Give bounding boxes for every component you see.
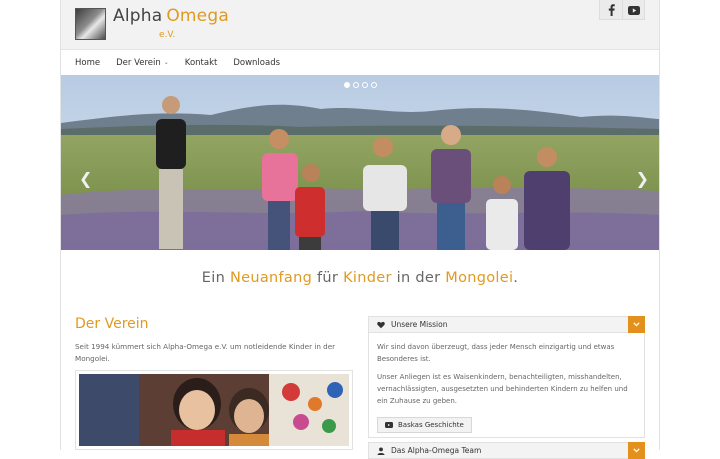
slider-dot[interactable] xyxy=(371,82,377,88)
hero-slider[interactable]: ❮ ❯ xyxy=(61,75,659,250)
tagline: Ein Neuanfang für Kinder in der Mongolei… xyxy=(61,270,659,286)
nav-item-kontakt[interactable]: Kontakt xyxy=(185,58,218,68)
chevron-down-icon[interactable] xyxy=(628,442,645,459)
slider-dot[interactable] xyxy=(353,82,359,88)
chevron-down-icon: ⌄ xyxy=(163,59,169,66)
accordion-title: Unsere Mission xyxy=(391,320,448,329)
chevron-down-icon[interactable] xyxy=(628,316,645,333)
brand-part2: Omega xyxy=(166,6,229,26)
chevron-right-icon[interactable]: ❯ xyxy=(636,171,649,187)
site-logo[interactable] xyxy=(75,8,106,40)
children-photo xyxy=(79,374,349,446)
slider-dot[interactable] xyxy=(362,82,368,88)
nav-item-label: Kontakt xyxy=(184,57,218,68)
facebook-icon[interactable] xyxy=(600,0,622,20)
accordion-header-team[interactable]: Das Alpha-Omega Team xyxy=(368,442,645,459)
page-container: Alpha Omega e.V. Home Der Verein ⌄ Kontakt… xyxy=(60,0,660,459)
nav-item-home[interactable]: Home xyxy=(75,58,100,68)
tagline-highlight: Kinder xyxy=(343,270,392,286)
brand-name[interactable]: Alpha Omega xyxy=(113,6,229,26)
youtube-icon xyxy=(385,422,393,428)
user-icon xyxy=(377,446,385,455)
nav-item-der-verein[interactable]: Der Verein ⌄ xyxy=(116,58,169,68)
youtube-icon[interactable] xyxy=(622,0,644,20)
tagline-text: für xyxy=(312,270,344,286)
tagline-highlight: Neuanfang xyxy=(229,270,313,286)
accordion-title: Das Alpha-Omega Team xyxy=(391,446,482,455)
site-header: Alpha Omega e.V. xyxy=(61,0,659,49)
slider-dot[interactable] xyxy=(344,82,350,88)
tagline-text: . xyxy=(513,270,519,286)
social-links xyxy=(599,0,645,20)
accordion-header-mission[interactable]: Unsere Mission xyxy=(368,316,645,333)
section-title-verein: Der Verein xyxy=(75,316,149,332)
verein-photo xyxy=(75,370,353,450)
mission-paragraph: Unser Anliegen ist es Waisenkindern, ben… xyxy=(377,373,628,405)
chevron-left-icon[interactable]: ❮ xyxy=(79,171,92,187)
tagline-text: Ein xyxy=(201,270,230,286)
accordion: Unsere Mission Wir sind davon überzeugt,… xyxy=(368,316,645,459)
tagline-highlight: Mongolei xyxy=(445,270,514,286)
button-label: Baskas Geschichte xyxy=(398,421,464,429)
heart-icon xyxy=(377,321,385,328)
baskas-story-button[interactable]: Baskas Geschichte xyxy=(377,417,472,433)
nav-item-label: Downloads xyxy=(233,57,281,68)
accordion-body-mission: Wir sind davon überzeugt, dass jeder Men… xyxy=(368,333,645,438)
nav-item-label: Der Verein xyxy=(116,57,161,68)
nav-item-downloads[interactable]: Downloads xyxy=(233,58,280,68)
main-navigation: Home Der Verein ⌄ Kontakt Downloads xyxy=(61,49,659,75)
brand-subtitle: e.V. xyxy=(159,30,176,40)
tagline-text: in der xyxy=(391,270,446,286)
hero-image xyxy=(61,75,659,250)
slider-pagination xyxy=(344,82,377,88)
section-text-verein: Seit 1994 kümmert sich Alpha-Omega e.V. … xyxy=(75,342,336,363)
nav-item-label: Home xyxy=(75,57,101,68)
mission-paragraph: Wir sind davon überzeugt, dass jeder Men… xyxy=(377,343,615,363)
brand-part1: Alpha xyxy=(113,6,163,26)
